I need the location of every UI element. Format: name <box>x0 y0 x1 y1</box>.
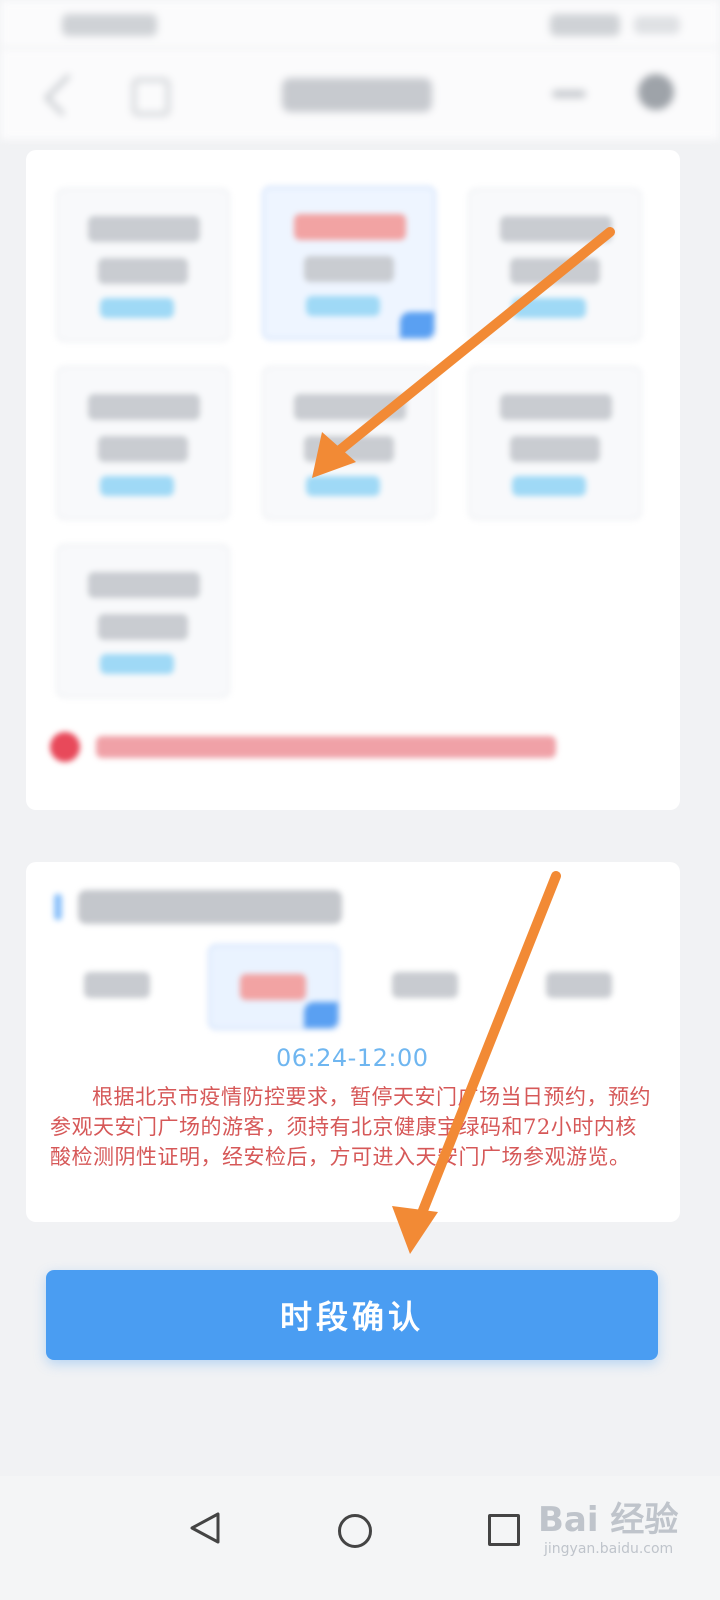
status-bar <box>0 0 720 48</box>
confirm-time-slot-button[interactable]: 时段确认 <box>46 1270 658 1360</box>
time-slot-option[interactable] <box>56 188 230 342</box>
circle-home-icon[interactable] <box>338 1514 372 1548</box>
section-accent-bar <box>54 894 62 920</box>
epidemic-notice: 根据北京市疫情防控要求，暂停天安门广场当日预约，预约参观天安门广场的游客，须持有… <box>50 1085 651 1169</box>
time-slot-option[interactable] <box>56 366 230 520</box>
check-corner-icon <box>400 312 434 338</box>
back-icon[interactable] <box>43 73 87 117</box>
more-icon[interactable] <box>552 90 586 98</box>
period-option[interactable] <box>516 944 644 1026</box>
warning-icon <box>50 732 80 762</box>
square-recent-icon[interactable] <box>488 1514 520 1546</box>
baidu-jingyan-watermark: Bai 经验 jingyan.baidu.com <box>538 1500 708 1580</box>
period-option[interactable] <box>54 944 182 1026</box>
home-icon[interactable] <box>132 78 170 116</box>
time-slot-option[interactable] <box>262 366 436 520</box>
section-title <box>78 890 342 924</box>
triangle-back-icon[interactable] <box>186 1508 226 1548</box>
time-slot-option[interactable] <box>468 188 642 342</box>
time-slot-option[interactable] <box>56 544 230 698</box>
close-mini-program-icon[interactable] <box>638 74 674 110</box>
check-corner-icon <box>304 1002 338 1028</box>
app-header <box>0 48 720 140</box>
battery-status <box>550 14 620 36</box>
carrier-signal <box>62 14 157 36</box>
warning-text <box>96 736 556 758</box>
time-slot-option[interactable] <box>468 366 642 520</box>
time-slot-option-selected[interactable] <box>262 186 436 340</box>
clock <box>634 16 680 34</box>
selected-time-range: 06:24-12:00 <box>276 1044 429 1072</box>
watermark-domain: jingyan.baidu.com <box>544 1541 674 1557</box>
page-title <box>282 78 432 112</box>
period-option[interactable] <box>362 944 490 1026</box>
period-option-selected[interactable] <box>208 944 340 1030</box>
watermark-brand: Bai 经验 <box>538 1500 679 1540</box>
